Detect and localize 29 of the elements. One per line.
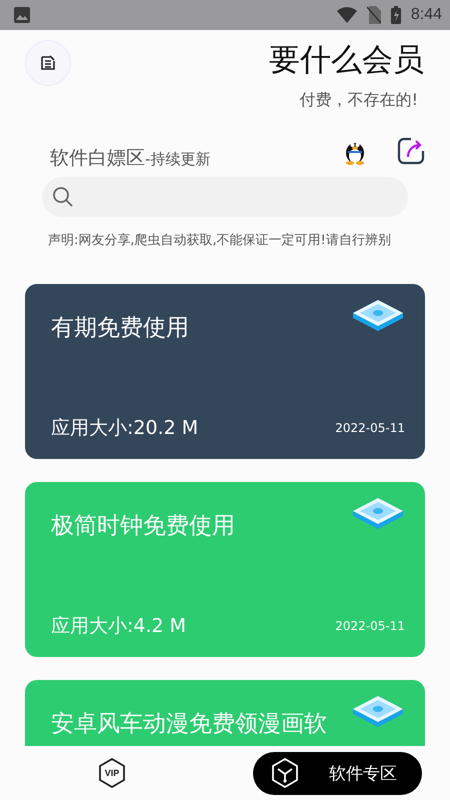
image-icon (14, 7, 30, 23)
app-card[interactable]: 有期免费使用 应用大小:20.2 M 2022-05-11 (25, 284, 425, 459)
app-size: 应用大小:4.2 M (51, 614, 186, 639)
card-title: 极简时钟免费使用 (51, 512, 235, 541)
app-date: 2022-05-11 (335, 421, 405, 435)
battery-icon (390, 6, 401, 24)
section-title: 软件白嫖区 (50, 146, 145, 171)
status-time: 8:44 (410, 6, 442, 24)
page-subtitle: 付费，不存在的! (300, 90, 418, 111)
vip-tab[interactable]: VIP (98, 758, 126, 788)
no-sim-icon (366, 6, 381, 24)
app-date: 2022-05-11 (335, 619, 405, 633)
search-icon (52, 186, 74, 208)
edit-icon (40, 55, 56, 71)
disclaimer-text: 声明:网友分享,爬虫自动获取,不能保证一定可用!请自行辨别 (48, 232, 392, 249)
card-title: 有期免费使用 (51, 314, 189, 343)
app-size: 应用大小:20.2 M (51, 416, 198, 441)
wifi-icon (336, 7, 357, 23)
tile-icon (351, 298, 405, 332)
tile-icon (351, 694, 405, 728)
cube-icon (271, 758, 299, 788)
search-field[interactable] (42, 177, 408, 217)
software-zone-button[interactable]: 软件专区 (253, 752, 422, 794)
edit-button[interactable] (25, 40, 71, 86)
section-subtitle: -持续更新 (145, 150, 210, 169)
share-icon[interactable] (397, 137, 425, 165)
page-title: 要什么会员 (269, 41, 424, 80)
card-title: 安卓风车动漫免费领漫画软 (51, 710, 327, 739)
tile-icon (351, 496, 405, 530)
